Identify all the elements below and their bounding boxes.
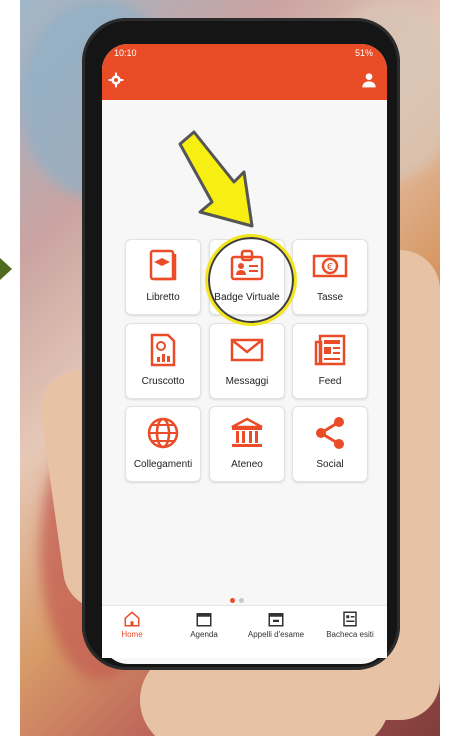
results-board-icon xyxy=(343,611,357,627)
svg-text:€: € xyxy=(327,262,333,273)
page-dot[interactable] xyxy=(239,598,244,603)
highlight-circle xyxy=(205,234,297,326)
nav-bacheca[interactable]: Bacheca esiti xyxy=(320,610,380,639)
nav-label: Home xyxy=(121,630,143,639)
tile-label: Cruscotto xyxy=(141,376,185,387)
tile-label: Feed xyxy=(318,376,342,387)
newspaper-icon xyxy=(314,334,346,366)
nav-home[interactable]: Home xyxy=(102,610,162,639)
nav-label: Agenda xyxy=(190,630,218,639)
university-building-icon xyxy=(231,417,263,447)
tile-collegamenti[interactable]: Collegamenti xyxy=(125,406,201,482)
nav-appelli[interactable]: Appelli d'esame xyxy=(246,610,306,639)
tile-cruscotto[interactable]: Cruscotto xyxy=(125,323,201,399)
tile-libretto[interactable]: Libretto xyxy=(125,239,201,315)
nav-agenda[interactable]: Agenda xyxy=(174,610,234,639)
globe-icon xyxy=(147,417,179,449)
tile-social[interactable]: Social xyxy=(292,406,368,482)
envelope-icon xyxy=(230,338,264,362)
tile-tasse[interactable]: € Tasse xyxy=(292,239,368,315)
tile-messaggi[interactable]: Messaggi xyxy=(209,323,285,399)
nav-label: Bacheca esiti xyxy=(326,630,374,639)
user-profile-icon[interactable] xyxy=(361,72,377,88)
exam-calendar-icon xyxy=(268,613,284,627)
side-arrow-icon xyxy=(0,258,12,280)
euro-banknote-icon: € xyxy=(312,254,348,278)
book-icon xyxy=(149,249,177,281)
tile-label: Social xyxy=(316,459,344,470)
home-icon xyxy=(124,611,140,627)
nav-label: Appelli d'esame xyxy=(247,630,305,639)
tile-ateneo[interactable]: Ateneo xyxy=(209,406,285,482)
tile-label: Collegamenti xyxy=(133,459,193,470)
tile-label: Messaggi xyxy=(225,376,269,387)
tile-label: Ateneo xyxy=(231,459,263,470)
tile-label: Tasse xyxy=(316,292,344,303)
bottom-nav: Home Agenda Appelli d'esame Bacheca esit… xyxy=(102,605,387,658)
tile-feed[interactable]: Feed xyxy=(292,323,368,399)
status-time: 10:10 xyxy=(114,48,137,58)
tile-label: Libretto xyxy=(146,292,180,303)
app-bar xyxy=(102,62,387,100)
share-icon xyxy=(316,417,344,449)
pointer-arrow-icon xyxy=(178,130,254,228)
status-bar: 10:10 51% xyxy=(102,44,387,62)
calendar-icon xyxy=(196,613,212,627)
page-dot-active[interactable] xyxy=(230,598,235,603)
gear-icon[interactable] xyxy=(108,72,124,88)
dashboard-chart-icon xyxy=(150,333,176,367)
status-battery: 51% xyxy=(354,48,373,58)
